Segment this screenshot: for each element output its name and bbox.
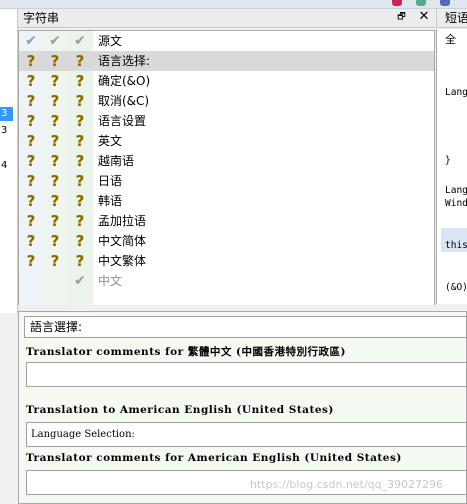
question-mark-icon: ? xyxy=(75,252,85,270)
code-line: (&O) xyxy=(445,282,467,293)
left-item-selected[interactable]: 3 xyxy=(0,107,13,121)
question-mark-icon: ? xyxy=(75,92,85,110)
question-mark-icon: ? xyxy=(50,152,60,170)
string-row[interactable]: ??? 孟加拉语 xyxy=(19,211,434,231)
phrases-pane-header: 短语 xyxy=(436,9,467,28)
string-row[interactable]: ??? 取消(&C) xyxy=(19,91,434,111)
source-text: 语言选择: xyxy=(98,54,151,68)
source-text: 取消(&C) xyxy=(98,94,150,108)
question-mark-icon: ? xyxy=(75,72,85,90)
watermark: https://blog.csdn.net/qq_39027296 xyxy=(250,478,444,491)
source-text: 日语 xyxy=(98,174,123,188)
source-text: 语言设置 xyxy=(98,114,147,128)
strings-pane-header: 字符串 🗗 ✕ xyxy=(18,9,435,28)
source-text: 韩语 xyxy=(98,194,123,208)
question-mark-icon: ? xyxy=(75,192,85,210)
strings-list[interactable]: ✔ ✔ ✔ 源文 ??? 语言选择:??? 确定(&O)??? 取消(&C)??? 语言… xyxy=(18,30,435,306)
string-row[interactable]: ??? 语言设置 xyxy=(19,111,434,131)
comments-zh-label: Translator comments for 繁體中文 (中國香港特別行政區) xyxy=(26,346,346,358)
left-panel-edge: 3 3 4 xyxy=(0,9,18,313)
toolbar-icon[interactable] xyxy=(416,0,426,6)
list-header-row[interactable]: ✔ ✔ ✔ 源文 xyxy=(19,31,434,51)
string-row[interactable]: ??? 语言选择: xyxy=(19,51,434,71)
question-mark-icon: ? xyxy=(26,152,36,170)
translation-input[interactable]: Language Selection: xyxy=(26,422,467,447)
string-row[interactable]: ??? 中文简体 xyxy=(19,231,434,251)
left-item[interactable]: 4 xyxy=(0,159,13,173)
check-icon: ✔ xyxy=(74,273,86,289)
toolbar-icon[interactable] xyxy=(392,0,402,6)
source-text: 英文 xyxy=(98,134,123,148)
comments-en-label: Translator comments for American English… xyxy=(26,452,402,464)
source-text: 越南语 xyxy=(98,154,135,168)
string-row[interactable]: ??? 英文 xyxy=(19,131,434,151)
code-line: 全 xyxy=(445,33,456,46)
question-mark-icon: ? xyxy=(50,112,60,130)
comments-zh-input[interactable] xyxy=(26,362,467,387)
question-mark-icon: ? xyxy=(50,192,60,210)
string-row[interactable]: ??? 中文繁体 xyxy=(19,251,434,271)
code-line: Lang xyxy=(445,87,467,98)
question-mark-icon: ? xyxy=(26,52,36,70)
restore-icon[interactable]: 🗗 xyxy=(396,12,407,23)
question-mark-icon: ? xyxy=(50,72,60,90)
top-toolbar-strip xyxy=(0,0,467,9)
code-line: Lang xyxy=(445,185,467,196)
question-mark-icon: ? xyxy=(50,52,60,70)
question-mark-icon: ? xyxy=(50,172,60,190)
question-mark-icon: ? xyxy=(26,172,36,190)
check-icon[interactable]: ✔ xyxy=(72,32,88,50)
check-icon[interactable]: ✔ xyxy=(23,32,39,50)
string-row[interactable]: ✔ 中文 xyxy=(19,271,434,291)
source-text-field: 語言選擇: xyxy=(24,316,467,338)
toolbar-icon[interactable] xyxy=(440,0,450,6)
question-mark-icon: ? xyxy=(75,132,85,150)
string-row[interactable]: ??? 确定(&O) xyxy=(19,71,434,91)
question-mark-icon: ? xyxy=(75,212,85,230)
question-mark-icon: ? xyxy=(75,152,85,170)
question-mark-icon: ? xyxy=(75,232,85,250)
question-mark-icon: ? xyxy=(50,132,60,150)
question-mark-icon: ? xyxy=(75,172,85,190)
string-row[interactable]: ??? 韩语 xyxy=(19,191,434,211)
question-mark-icon: ? xyxy=(26,112,36,130)
question-mark-icon: ? xyxy=(26,132,36,150)
question-mark-icon: ? xyxy=(75,112,85,130)
question-mark-icon: ? xyxy=(26,252,36,270)
question-mark-icon: ? xyxy=(26,192,36,210)
phrases-pane-title: 短语 xyxy=(445,11,467,25)
code-line: Windo xyxy=(445,198,467,209)
string-row[interactable]: ??? 越南语 xyxy=(19,151,434,171)
question-mark-icon: ? xyxy=(50,252,60,270)
check-icon[interactable]: ✔ xyxy=(47,32,63,50)
question-mark-icon: ? xyxy=(50,92,60,110)
source-text: 确定(&O) xyxy=(98,74,151,88)
close-icon[interactable]: ✕ xyxy=(417,10,431,24)
left-item[interactable]: 3 xyxy=(0,124,13,138)
source-text: 中文繁体 xyxy=(98,254,147,268)
translation-label: Translation to American English (United … xyxy=(26,404,334,416)
code-line: } xyxy=(445,155,451,166)
code-line: this xyxy=(445,240,467,251)
question-mark-icon: ? xyxy=(75,52,85,70)
question-mark-icon: ? xyxy=(50,212,60,230)
string-row[interactable]: ??? 日语 xyxy=(19,171,434,191)
source-text: 孟加拉语 xyxy=(98,214,147,228)
question-mark-icon: ? xyxy=(26,92,36,110)
source-text: 中文 xyxy=(98,274,123,288)
source-column-header[interactable]: 源文 xyxy=(98,31,122,51)
source-text: 中文简体 xyxy=(98,234,147,248)
phrases-panel[interactable]: 全 Lang } Lang Windo this (&O) xyxy=(436,29,467,304)
question-mark-icon: ? xyxy=(26,232,36,250)
question-mark-icon: ? xyxy=(50,232,60,250)
question-mark-icon: ? xyxy=(26,72,36,90)
question-mark-icon: ? xyxy=(26,212,36,230)
strings-pane-title: 字符串 xyxy=(23,11,60,25)
